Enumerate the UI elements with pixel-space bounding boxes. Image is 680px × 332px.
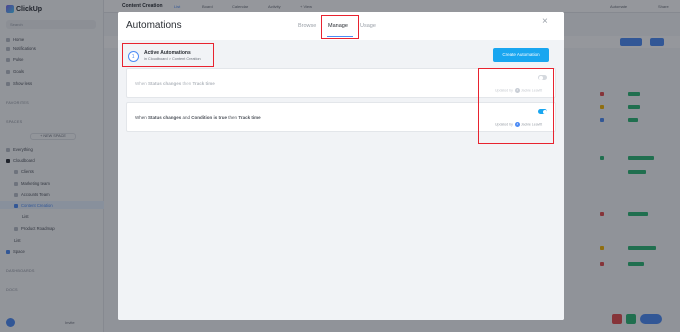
create-automation-button[interactable]: Create Automation bbox=[493, 48, 549, 62]
highlight-manage-tab bbox=[321, 15, 359, 39]
tab-usage[interactable]: Usage bbox=[360, 23, 376, 29]
modal-title: Automations bbox=[126, 20, 182, 31]
highlight-active-automations bbox=[122, 43, 214, 67]
highlight-toggles bbox=[478, 68, 554, 144]
close-icon[interactable]: × bbox=[542, 17, 548, 27]
automation-description: When Status changes then Track time bbox=[135, 81, 215, 86]
tab-browse[interactable]: Browse bbox=[298, 23, 316, 29]
automation-description: When Status changes and Condition is tru… bbox=[135, 115, 261, 120]
